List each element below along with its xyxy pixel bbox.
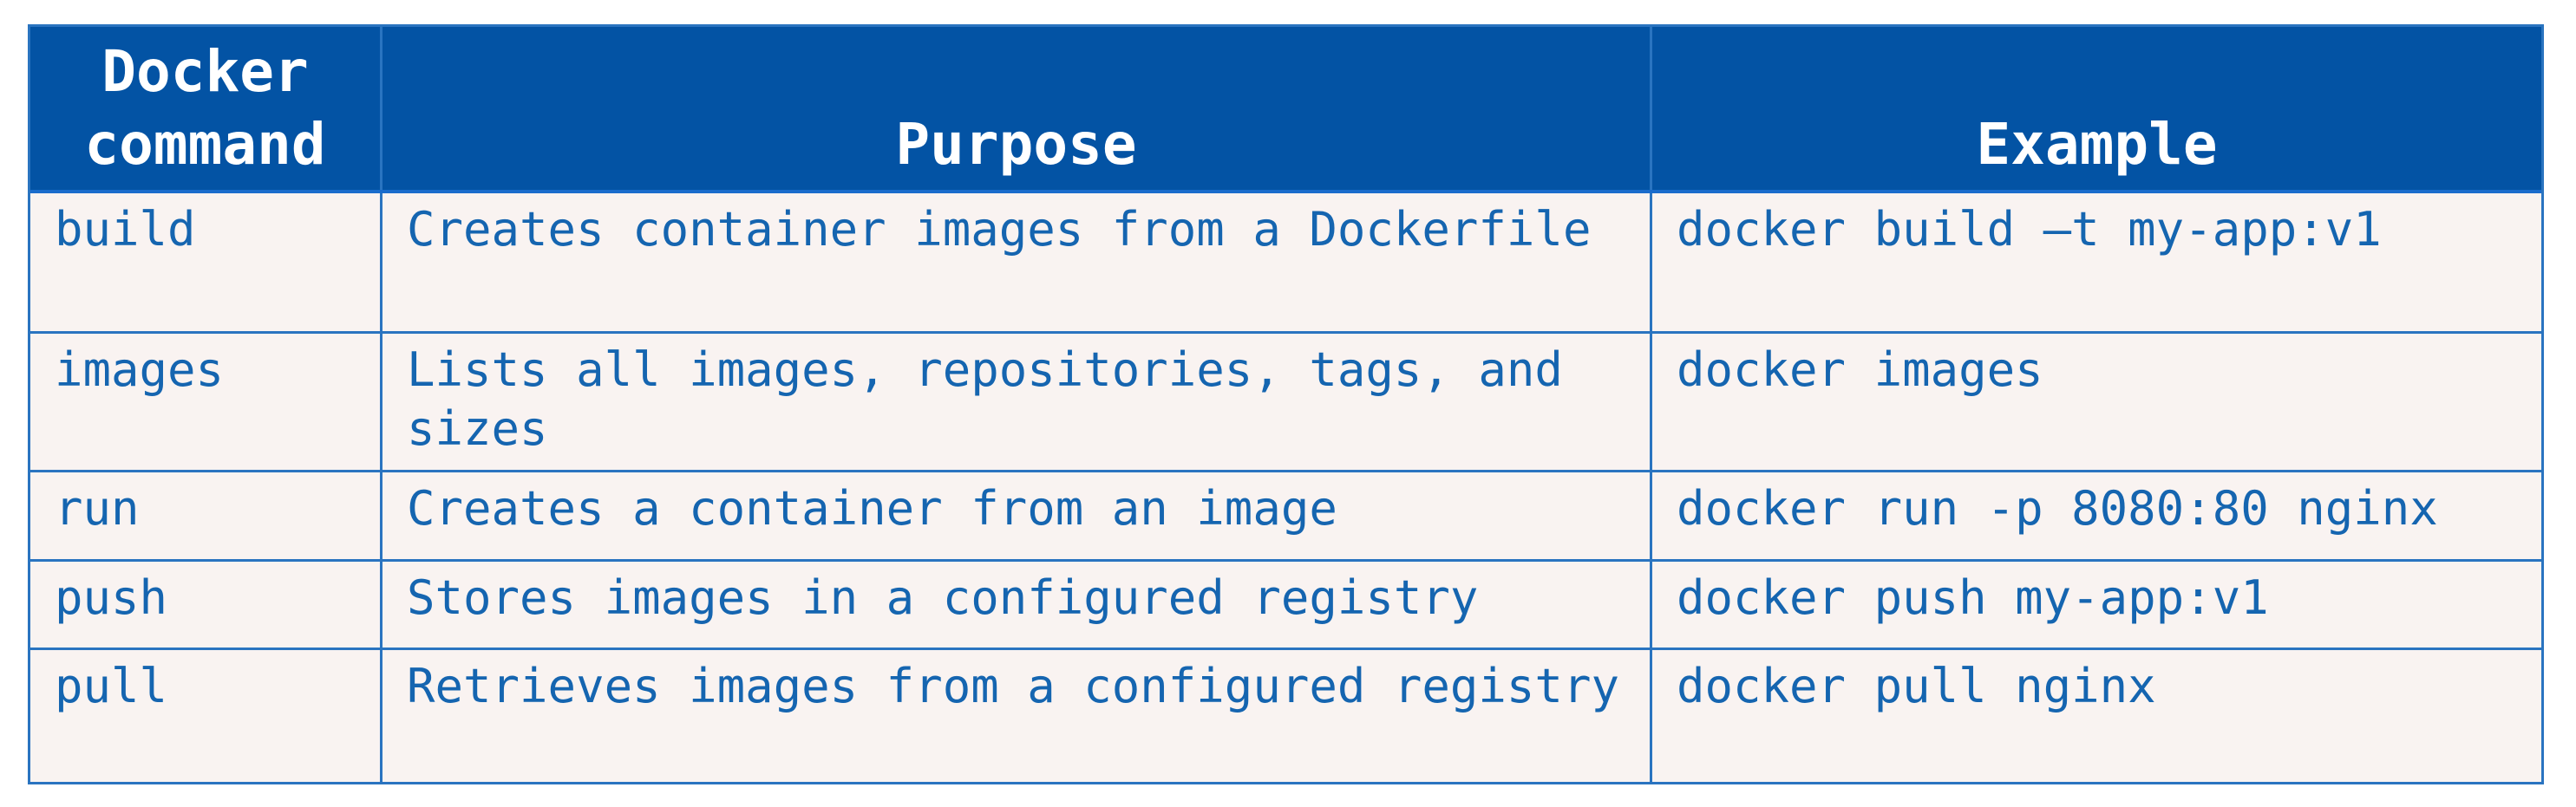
purpose-cell: Creates container images from a Dockerfi… xyxy=(380,193,1650,331)
table-row: pull Retrieves images from a configured … xyxy=(30,648,2541,782)
purpose-text: Creates container images from a Dockerfi… xyxy=(407,202,1592,257)
purpose-text: Creates a container from an image xyxy=(407,481,1337,536)
table-row: images Lists all images, repositories, t… xyxy=(30,331,2541,470)
header-purpose: Purpose xyxy=(380,27,1650,190)
command-cell: images xyxy=(55,342,225,397)
command-cell: push xyxy=(55,570,168,625)
example-cell: docker run -p 8080:80 nginx xyxy=(1650,472,2541,559)
purpose-cell: Retrieves images from a configured regis… xyxy=(380,650,1650,782)
header-purpose-label: Purpose xyxy=(895,111,1137,178)
header-example-label: Example xyxy=(1976,111,2218,178)
command-cell: run xyxy=(55,481,140,536)
table-row: run Creates a container from an image do… xyxy=(30,470,2541,559)
purpose-text: Stores images in a configured registry xyxy=(407,570,1479,625)
purpose-cell: Stores images in a configured registry xyxy=(380,562,1650,648)
example-cell: docker images xyxy=(1650,334,2541,470)
example-cell: docker build –t my-app:v1 xyxy=(1650,193,2541,331)
purpose-cell: Lists all images, repositories, tags, an… xyxy=(380,334,1650,470)
command-cell: pull xyxy=(55,659,168,713)
table-row: build Creates container images from a Do… xyxy=(30,193,2541,331)
purpose-text: Lists all images, repositories, tags, an… xyxy=(407,342,1563,456)
docker-commands-table: Docker command Purpose Example build Cre… xyxy=(28,24,2544,784)
example-cell: docker push my-app:v1 xyxy=(1650,562,2541,648)
table-header-row: Docker command Purpose Example xyxy=(30,27,2541,193)
header-docker-command-label: Docker command xyxy=(84,38,326,178)
header-docker-command: Docker command xyxy=(30,27,380,190)
purpose-text: Retrieves images from a configured regis… xyxy=(407,659,1619,713)
header-example: Example xyxy=(1650,27,2541,190)
command-cell: build xyxy=(55,202,196,257)
purpose-cell: Creates a container from an image xyxy=(380,472,1650,559)
table-row: push Stores images in a configured regis… xyxy=(30,559,2541,648)
example-cell: docker pull nginx xyxy=(1650,650,2541,782)
